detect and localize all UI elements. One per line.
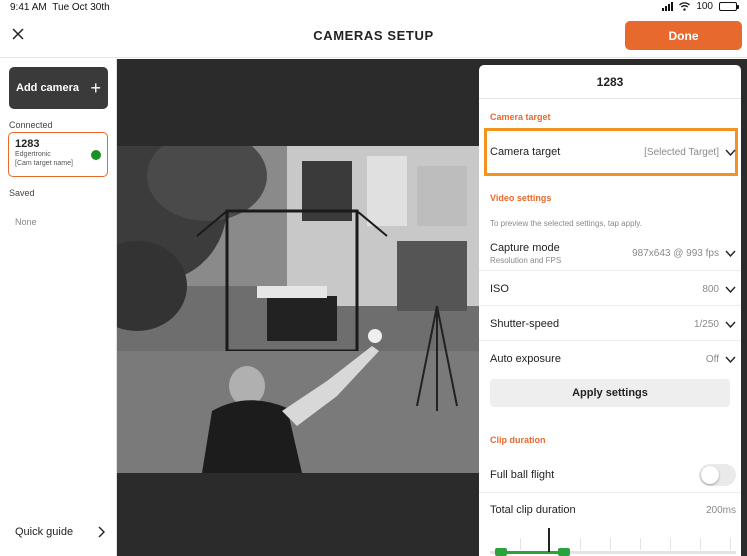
panel-title: 1283	[596, 75, 624, 89]
slider-tick	[640, 538, 641, 550]
total-clip-duration-value: 200ms	[705, 504, 736, 516]
chevron-down-icon	[725, 321, 736, 328]
chevron-down-icon	[725, 356, 736, 363]
total-clip-duration-label: Total clip duration	[490, 504, 576, 516]
auto-exposure-label: Auto exposure	[490, 353, 561, 365]
camera-settings-panel: 1283 Camera target Camera target [Select…	[479, 65, 741, 556]
slider-end-handle[interactable]	[558, 548, 570, 556]
slider-tick	[610, 538, 611, 550]
shutter-speed-select[interactable]: Shutter-speed 1/250	[490, 315, 736, 333]
status-bar: 9:41 AM Tue Oct 30th 100	[0, 0, 747, 16]
camera-id: 1283	[15, 138, 40, 150]
video-settings-hint: To preview the selected settings, tap ap…	[490, 219, 642, 228]
total-clip-duration-row: Total clip duration 200ms	[490, 502, 736, 518]
panel-divider	[479, 98, 741, 99]
row-divider	[479, 305, 741, 306]
slider-tick	[730, 538, 731, 550]
apply-settings-button[interactable]: Apply settings	[490, 379, 730, 407]
slider-tick	[700, 538, 701, 550]
capture-mode-select[interactable]: Capture mode Resolution and FPS 987x643 …	[490, 238, 736, 268]
add-camera-button[interactable]: Add camera +	[9, 67, 108, 109]
slider-tick	[580, 538, 581, 550]
connection-status-dot	[91, 150, 101, 160]
chevron-down-icon	[725, 286, 736, 293]
camera-preview-image	[117, 146, 479, 473]
battery-percent: 100	[696, 1, 713, 12]
status-time: 9:41 AM	[10, 2, 47, 13]
full-ball-flight-row: Full ball flight	[490, 464, 736, 486]
add-camera-label: Add camera	[16, 82, 79, 94]
capture-mode-value: 987x643 @ 993 fps	[632, 247, 719, 259]
saved-label: Saved	[9, 188, 35, 198]
iso-select[interactable]: ISO 800	[490, 280, 736, 298]
auto-exposure-select[interactable]: Auto exposure Off	[490, 350, 736, 368]
slider-start-handle[interactable]	[495, 548, 507, 556]
slider-tick	[520, 538, 521, 550]
shutter-speed-label: Shutter-speed	[490, 318, 560, 330]
quick-guide-label: Quick guide	[15, 526, 74, 538]
quick-guide-link[interactable]: Quick guide	[15, 523, 105, 541]
battery-icon	[719, 2, 739, 11]
capture-mode-sublabel: Resolution and FPS	[490, 255, 562, 265]
iso-value: 800	[702, 283, 719, 295]
slider-trigger-marker[interactable]	[548, 528, 550, 552]
video-settings-section-label: Video settings	[490, 193, 552, 203]
camera-target-name: [Cam target name]	[15, 160, 73, 167]
row-divider	[479, 340, 741, 341]
camera-model: Edgertronic	[15, 151, 51, 158]
done-button[interactable]: Done	[625, 21, 742, 50]
saved-empty-text: None	[15, 217, 37, 227]
toggle-knob	[701, 466, 719, 484]
chevron-down-icon	[725, 149, 736, 156]
slider-tick	[670, 538, 671, 550]
camera-target-section-label: Camera target	[490, 112, 551, 122]
full-ball-flight-label: Full ball flight	[490, 469, 555, 481]
camera-card[interactable]: 1283 Edgertronic [Cam target name]	[8, 132, 108, 177]
connected-label: Connected	[9, 120, 53, 130]
status-time-date: 9:41 AM Tue Oct 30th	[10, 2, 110, 13]
sidebar: Add camera + Connected 1283 Edgertronic …	[0, 59, 117, 556]
chevron-down-icon	[725, 250, 736, 257]
header: CAMERAS SETUP Done	[0, 16, 747, 58]
clip-duration-slider[interactable]	[490, 526, 736, 556]
signal-icon	[662, 2, 674, 11]
full-ball-flight-toggle[interactable]	[699, 464, 736, 486]
camera-target-label: Camera target	[490, 146, 561, 158]
row-divider	[479, 270, 741, 271]
iso-label: ISO	[490, 283, 509, 295]
wifi-icon	[679, 2, 691, 11]
plus-icon: +	[90, 78, 101, 98]
chevron-right-icon	[98, 526, 105, 538]
status-date: Tue Oct 30th	[52, 2, 110, 13]
clip-duration-section-label: Clip duration	[490, 435, 546, 445]
capture-mode-label: Capture mode	[490, 241, 560, 254]
slider-range-fill	[501, 551, 564, 554]
status-indicators: 100	[662, 1, 739, 12]
auto-exposure-value: Off	[705, 353, 719, 365]
camera-target-select[interactable]: Camera target [Selected Target]	[490, 143, 736, 161]
row-divider	[479, 492, 741, 493]
camera-target-value: [Selected Target]	[644, 146, 719, 158]
shutter-speed-value: 1/250	[693, 318, 719, 330]
